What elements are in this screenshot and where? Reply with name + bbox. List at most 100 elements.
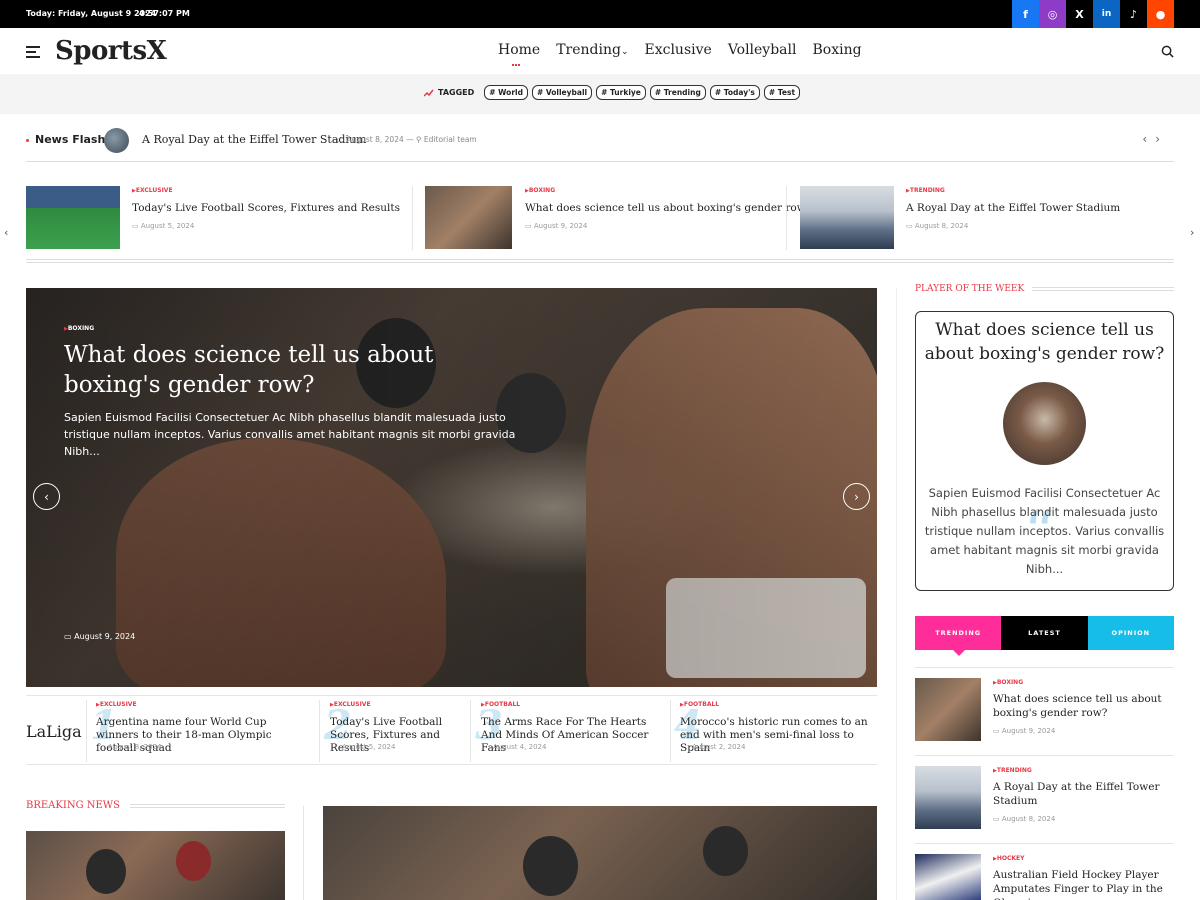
laliga-post[interactable]: 3 FOOTBALL The Arms Race For The Hearts … <box>475 696 671 764</box>
divider <box>412 186 413 250</box>
tag-volleyball[interactable]: # Volleyball <box>531 85 593 100</box>
list-item[interactable]: HOCKEY Australian Field Hockey Player Am… <box>915 843 1174 900</box>
post-date: August 5, 2024 <box>342 743 396 751</box>
post-category[interactable]: BOXING <box>525 187 555 194</box>
tab-trending[interactable]: TRENDING <box>915 616 1002 656</box>
post-date: ▭ August 8, 2024 <box>993 815 1056 823</box>
search-icon[interactable] <box>1161 45 1174 58</box>
tag-world[interactable]: # World <box>484 85 528 100</box>
next-arrow-icon[interactable]: › <box>1155 132 1168 146</box>
list-item[interactable]: BOXING What does science tell us about b… <box>915 667 1174 755</box>
tag-turkiye[interactable]: # Turkiye <box>596 85 646 100</box>
post-thumbnail[interactable] <box>915 678 981 741</box>
post-title[interactable]: What does science tell us about boxing's… <box>525 202 811 214</box>
player-of-week-title[interactable]: What does science tell us about boxing's… <box>922 318 1167 366</box>
post-category[interactable]: HOCKEY <box>993 855 1025 862</box>
breaking-feature-image[interactable] <box>323 806 877 900</box>
post-date: ▭ August 5, 2024 <box>132 222 195 230</box>
post-category[interactable]: TRENDING <box>993 767 1032 774</box>
player-of-week-heading: PLAYER OF THE WEEK <box>915 284 1025 294</box>
tagged-text: TAGGED <box>438 88 475 97</box>
news-flash-date: August 8, 2024 <box>346 135 404 144</box>
menu-icon[interactable] <box>26 46 40 58</box>
player-of-week-excerpt: Sapien Euismod Facilisi Consectetuer Ac … <box>924 486 1165 576</box>
tag-todays[interactable]: # Today's <box>709 85 760 100</box>
post-title[interactable]: A Royal Day at the Eiffel Tower Stadium <box>993 780 1168 808</box>
flash-dot <box>26 139 29 142</box>
laliga-label[interactable]: LaLiga <box>26 722 82 741</box>
tab-opinion[interactable]: OPINION <box>1087 616 1174 650</box>
player-of-week-card[interactable]: What does science tell us about boxing's… <box>915 311 1174 591</box>
hero-excerpt: Sapien Euismod Facilisi Consectetuer Ac … <box>64 411 516 458</box>
prev-arrow-icon[interactable]: ‹ <box>1142 132 1155 146</box>
nav-trending[interactable]: Trending⌄ <box>556 42 628 58</box>
mini-post[interactable]: EXCLUSIVE Today's Live Football Scores, … <box>26 186 406 250</box>
nav-trending-label: Trending <box>556 42 621 58</box>
hero-title[interactable]: What does science tell us about boxing's… <box>64 340 534 400</box>
player-avatar[interactable] <box>1003 382 1086 465</box>
facebook-icon[interactable]: f <box>1012 0 1039 28</box>
tagged-bar: TAGGED # World # Volleyball # Turkiye # … <box>0 74 1200 114</box>
post-title[interactable]: Today's Live Football Scores, Fixtures a… <box>132 202 400 214</box>
laliga-post[interactable]: 1 EXCLUSIVE Argentina name four World Cu… <box>90 696 316 764</box>
post-date: ▭ August 9, 2024 <box>993 727 1056 735</box>
news-flash-author[interactable]: Editorial team <box>424 135 477 144</box>
hero-slider[interactable]: BOXING What does science tell us about b… <box>26 288 877 687</box>
post-thumbnail[interactable] <box>800 186 894 249</box>
hero-category[interactable]: BOXING <box>64 325 94 332</box>
breaking-post-image[interactable] <box>26 831 285 900</box>
divider <box>86 700 87 762</box>
post-category[interactable]: FOOTBALL <box>481 701 520 708</box>
post-date: ▭ August 8, 2024 <box>906 222 969 230</box>
tag-trending[interactable]: # Trending <box>649 85 706 100</box>
post-thumbnail[interactable] <box>915 854 981 900</box>
carousel-next-icon[interactable]: › <box>1190 226 1194 239</box>
section-divider <box>130 804 285 808</box>
post-title[interactable]: What does science tell us about boxing's… <box>993 692 1168 720</box>
slider-prev-icon[interactable]: ‹ <box>33 483 60 510</box>
instagram-icon[interactable]: ◎ <box>1039 0 1066 28</box>
post-category[interactable]: EXCLUSIVE <box>330 701 371 708</box>
post-category[interactable]: FOOTBALL <box>680 701 719 708</box>
news-flash-thumbnail[interactable] <box>104 128 129 153</box>
carousel-prev-icon[interactable]: ‹ <box>4 226 8 239</box>
reddit-icon[interactable]: ● <box>1147 0 1174 28</box>
post-title[interactable]: Australian Field Hockey Player Amputates… <box>993 868 1168 900</box>
meta-separator: — <box>406 135 414 144</box>
hero-date: ▭ August 9, 2024 <box>64 632 136 641</box>
nav-home[interactable]: Home <box>498 42 540 66</box>
nav-exclusive[interactable]: Exclusive <box>645 42 712 58</box>
laliga-row: LaLiga 1 EXCLUSIVE Argentina name four W… <box>26 695 877 765</box>
post-date-text: August 8, 2024 <box>1001 815 1056 823</box>
post-category[interactable]: TRENDING <box>906 187 945 194</box>
post-category[interactable]: EXCLUSIVE <box>132 187 173 194</box>
nav-volleyball[interactable]: Volleyball <box>728 42 797 58</box>
post-thumbnail[interactable] <box>26 186 120 249</box>
tab-latest[interactable]: LATEST <box>1001 616 1088 650</box>
tag-test[interactable]: # Test <box>763 85 801 100</box>
site-logo[interactable]: SportsX <box>55 36 167 66</box>
linkedin-icon[interactable]: in <box>1093 0 1120 28</box>
post-title[interactable]: A Royal Day at the Eiffel Tower Stadium <box>906 202 1120 214</box>
nav-boxing[interactable]: Boxing <box>812 42 861 58</box>
mini-post[interactable]: TRENDING A Royal Day at the Eiffel Tower… <box>800 186 1174 250</box>
post-date-text: August 8, 2024 <box>914 222 969 230</box>
divider <box>303 806 304 900</box>
x-icon[interactable]: X <box>1066 0 1093 28</box>
post-thumbnail[interactable] <box>425 186 512 249</box>
news-flash-title[interactable]: A Royal Day at the Eiffel Tower Stadium <box>142 133 366 146</box>
tiktok-icon[interactable]: ♪ <box>1120 0 1147 28</box>
current-time: 4:57:07 PM <box>139 9 190 18</box>
post-thumbnail[interactable] <box>915 766 981 829</box>
laliga-post[interactable]: 4 FOOTBALL Morocco's historic run comes … <box>674 696 875 764</box>
laliga-post[interactable]: 2 EXCLUSIVE Today's Live Football Scores… <box>324 696 470 764</box>
post-category[interactable]: EXCLUSIVE <box>96 701 137 708</box>
calendar-icon: ▭ <box>337 135 345 144</box>
slider-next-icon[interactable]: › <box>843 483 870 510</box>
main-nav: Home Trending⌄ Exclusive Volleyball Boxi… <box>498 42 862 66</box>
mini-post[interactable]: BOXING What does science tell us about b… <box>425 186 811 250</box>
news-flash-label: News Flash <box>35 133 106 146</box>
top-bar: Today: Friday, August 9 2024 4:57:07 PM … <box>0 0 1200 28</box>
post-category[interactable]: BOXING <box>993 679 1023 686</box>
list-item[interactable]: TRENDING A Royal Day at the Eiffel Tower… <box>915 755 1174 843</box>
